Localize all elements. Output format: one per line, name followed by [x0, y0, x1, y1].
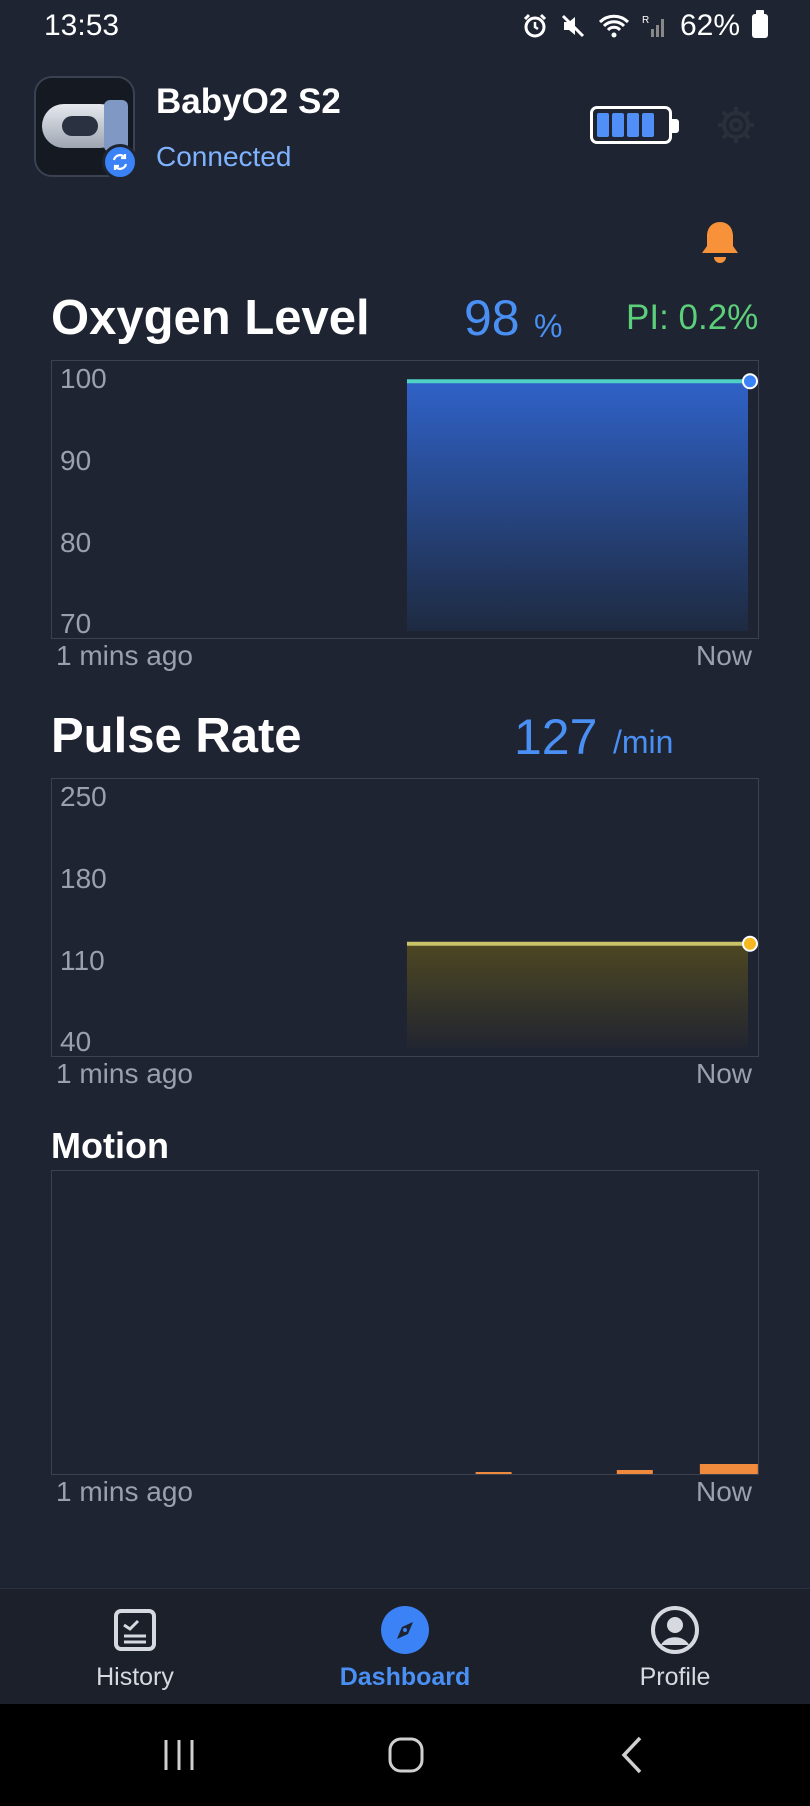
motion-title: Motion: [51, 1125, 169, 1166]
alarm-icon: [523, 13, 547, 38]
device-header: BabyO2 S2 Connected: [34, 76, 776, 180]
pulse-chart: 250 180 110 40: [51, 778, 759, 1057]
motion-bar: [699, 1464, 758, 1474]
pulse-title: Pulse Rate: [51, 709, 302, 763]
latest-point: [742, 373, 758, 390]
pulse-unit: /min: [613, 724, 674, 760]
y-tick-label: 90: [60, 445, 92, 476]
area-fill: [406, 943, 748, 1049]
wifi-icon: [598, 14, 630, 38]
connection-status: Connected: [156, 141, 292, 172]
sync-icon: [102, 144, 138, 180]
nav-profile[interactable]: Profile: [575, 1589, 775, 1705]
pi-value: PI: 0.2%: [626, 298, 759, 337]
pulse-chart-svg: [406, 935, 758, 1049]
oxygen-value: 98: [464, 290, 520, 346]
device-name: BabyO2 S2: [156, 82, 341, 121]
mute-icon: [561, 14, 585, 38]
system-nav: [0, 1704, 810, 1806]
x-start-label: 1 mins ago: [56, 640, 193, 671]
x-start-label: 1 mins ago: [56, 1476, 193, 1507]
device-image[interactable]: [34, 76, 138, 180]
device-battery-icon: [590, 106, 679, 144]
status-battery-text: 62%: [679, 9, 740, 42]
y-tick-label: 250: [60, 781, 107, 812]
oxygen-title: Oxygen Level: [51, 291, 370, 345]
y-tick-label: 80: [60, 527, 92, 558]
nav-history[interactable]: History: [35, 1589, 235, 1705]
area-fill: [406, 381, 748, 631]
nav-profile-label: Profile: [639, 1663, 711, 1691]
x-end-label: Now: [696, 1058, 753, 1089]
battery-status-icon: [752, 10, 768, 38]
status-icons: R 62%: [522, 9, 768, 43]
compass-icon: [381, 1606, 429, 1654]
recent-apps-icon[interactable]: [154, 1730, 204, 1780]
y-tick-label: 70: [60, 608, 92, 639]
oxygen-unit: %: [534, 308, 563, 344]
home-icon[interactable]: [381, 1730, 431, 1780]
svg-text:R: R: [642, 15, 649, 26]
back-icon[interactable]: [608, 1730, 658, 1780]
y-tick-label: 110: [60, 945, 105, 976]
x-end-label: Now: [696, 1476, 753, 1507]
motion-chart: [51, 1170, 759, 1475]
status-time: 13:53: [44, 9, 120, 42]
oxygen-chart: 100 90 80 70: [51, 360, 759, 639]
profile-icon: [651, 1606, 699, 1654]
nav-dashboard-label: Dashboard: [339, 1663, 471, 1691]
signal-icon: R: [642, 15, 664, 37]
y-tick-label: 40: [60, 1026, 92, 1057]
motion-bar: [616, 1470, 653, 1474]
motion-chart-svg: [475, 1464, 758, 1474]
history-icon: [114, 1609, 156, 1651]
status-bar: 13:53 R 62%: [0, 0, 810, 52]
y-tick-label: 180: [60, 863, 107, 894]
oxygen-chart-svg: [406, 373, 758, 631]
nav-dashboard[interactable]: Dashboard: [305, 1589, 505, 1705]
x-end-label: Now: [696, 640, 753, 671]
bell-icon[interactable]: [698, 218, 742, 266]
nav-history-label: History: [96, 1663, 174, 1691]
x-start-label: 1 mins ago: [56, 1058, 193, 1089]
gear-icon[interactable]: [714, 103, 758, 147]
pulse-value: 127: [514, 709, 598, 765]
motion-bar: [475, 1472, 512, 1474]
y-tick-label: 100: [60, 363, 107, 394]
latest-point: [742, 935, 758, 952]
bottom-nav: History Dashboard Profile: [0, 1588, 810, 1704]
